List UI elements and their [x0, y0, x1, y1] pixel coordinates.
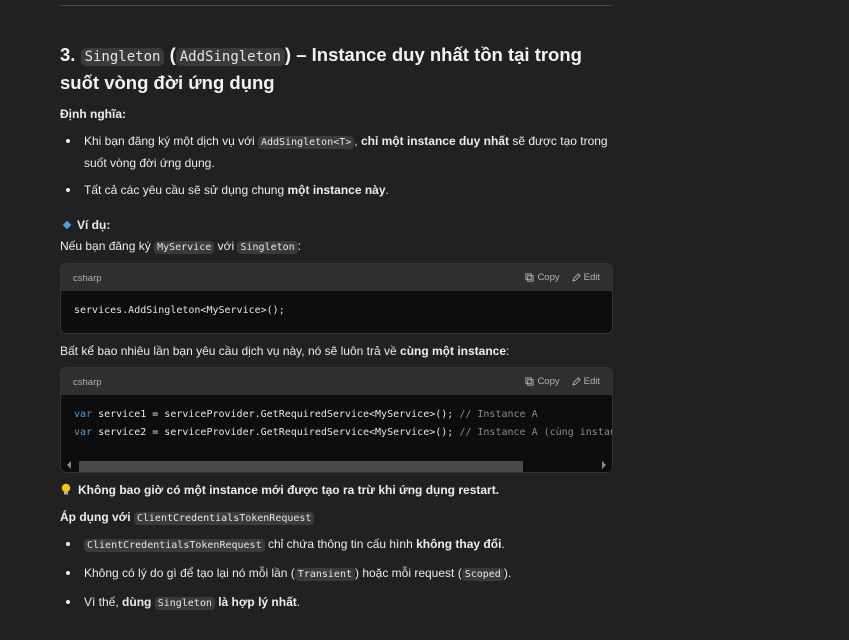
text: ).	[503, 566, 512, 580]
inline-code: AddSingleton<T>	[257, 136, 355, 149]
list-item: Tất cả các yêu cầu sẽ sử dụng chung một …	[60, 180, 612, 200]
list-item: Khi bạn đăng ký một dịch vụ với AddSingl…	[60, 131, 612, 173]
scrollbar-thumb[interactable]	[79, 461, 523, 472]
bold-text: không thay đổi	[416, 537, 502, 551]
code-line: service2 = serviceProvider.GetRequiredSe…	[92, 427, 460, 438]
text: Áp dụng với	[60, 510, 134, 524]
text: Bất kể bao nhiêu lần bạn yêu cầu dịch vụ…	[60, 344, 401, 358]
code-language: csharp	[73, 377, 102, 388]
list-item: Vì thế, dùng Singleton là hợp lý nhất.	[60, 592, 612, 614]
copy-label: Copy	[537, 272, 560, 283]
scroll-right-icon[interactable]	[602, 461, 606, 469]
code-actions: Copy Edit	[525, 272, 600, 283]
paragraph: Bất kể bao nhiêu lần bạn yêu cầu dịch vụ…	[60, 342, 509, 360]
copy-button[interactable]: Copy	[525, 376, 560, 387]
edit-label: Edit	[583, 272, 600, 283]
code-actions: Copy Edit	[525, 376, 600, 387]
list-item: Không có lý do gì để tạo lại nó mỗi lần …	[60, 563, 612, 585]
text: với	[214, 239, 238, 253]
copy-icon	[525, 273, 534, 282]
code-content: services.AddSingleton<MyService>();	[61, 291, 612, 320]
text: Không có lý do gì để tạo lại nó mỗi lần …	[84, 566, 295, 580]
text: .	[385, 183, 389, 197]
horizontal-scrollbar[interactable]	[61, 458, 612, 472]
example-label: Ví dụ:	[60, 216, 110, 234]
code-language: csharp	[73, 273, 102, 284]
code-header: csharp Copy Edit	[61, 264, 612, 291]
heading-paren: )	[284, 44, 292, 65]
heading-text-line2: suốt vòng đời ứng dụng	[60, 72, 275, 93]
heading-number: 3.	[60, 44, 76, 65]
code-keyword: var	[74, 409, 93, 420]
copy-label: Copy	[537, 376, 560, 387]
copy-button[interactable]: Copy	[525, 272, 560, 283]
bold-text: chỉ một instance duy nhất	[360, 134, 509, 148]
inline-code: Singleton	[237, 241, 298, 254]
example-intro: Nếu bạn đăng ký MyService với Singleton:	[60, 237, 301, 257]
heading-paren: (	[169, 44, 176, 65]
text: Vì thế,	[84, 595, 123, 609]
text: :	[297, 239, 301, 253]
text: chỉ chứa thông tin cấu hình	[264, 537, 417, 551]
section-heading: 3. Singleton (AddSingleton) – Instance d…	[60, 42, 620, 95]
text: .	[501, 537, 505, 551]
inline-code: Singleton	[154, 597, 215, 610]
edit-icon	[571, 273, 581, 282]
note: Không bao giờ có một instance mới được t…	[60, 481, 499, 499]
text: Không bao giờ có một instance mới được t…	[78, 483, 500, 497]
edit-icon	[571, 377, 581, 386]
copy-icon	[525, 377, 534, 386]
lightbulb-icon	[61, 483, 71, 495]
text: suốt vòng đời ứng dụng.	[84, 156, 215, 170]
inline-code: Scoped	[461, 568, 504, 581]
divider	[60, 5, 612, 6]
code-content: var service1 = serviceProvider.GetRequir…	[61, 395, 612, 442]
diamond-icon	[62, 220, 72, 230]
bold-text: dùng	[122, 595, 155, 609]
code-block: csharp Copy Edit var service1 = serviceP…	[60, 367, 613, 473]
definition-list: Khi bạn đăng ký một dịch vụ với AddSingl…	[60, 131, 612, 200]
text: ) hoặc mỗi request (	[354, 566, 462, 580]
inline-code: ClientCredentialsTokenRequest	[133, 512, 315, 525]
heading-text: – Instance duy nhất tồn tại trong	[296, 44, 582, 65]
edit-button[interactable]: Edit	[571, 272, 600, 283]
text: .	[296, 595, 301, 609]
code-line: service1 = serviceProvider.GetRequiredSe…	[92, 409, 460, 420]
inline-code: ClientCredentialsTokenRequest	[84, 539, 265, 552]
apply-label: Áp dụng với ClientCredentialsTokenReques…	[60, 508, 315, 528]
text: Khi bạn đăng ký một dịch vụ với	[84, 134, 258, 148]
inline-code: MyService	[154, 241, 215, 254]
scroll-left-icon[interactable]	[67, 461, 71, 469]
text: Ví dụ:	[77, 218, 111, 232]
text: ,	[354, 134, 361, 148]
code-block: csharp Copy Edit services.AddSingleton<M…	[60, 263, 613, 334]
text: Tất cả các yêu cầu sẽ sử dụng chung	[84, 183, 288, 197]
definition-label: Định nghĩa:	[60, 107, 126, 121]
code-keyword: var	[74, 427, 93, 438]
bold-text: là hợp lý nhất	[214, 595, 297, 609]
inline-code: Singleton	[80, 48, 165, 66]
edit-button[interactable]: Edit	[571, 376, 600, 387]
bold-text: cùng một instance	[400, 344, 507, 358]
bold-text: một instance này	[287, 183, 386, 197]
text: Nếu bạn đăng ký	[60, 239, 155, 253]
code-comment: // Instance A (cùng instance với service…	[459, 427, 612, 438]
code-line: services.AddSingleton<MyService>();	[74, 305, 285, 316]
inline-code: AddSingleton	[175, 48, 285, 66]
text: :	[506, 344, 510, 358]
code-header: csharp Copy Edit	[61, 368, 612, 395]
inline-code: Transient	[294, 568, 355, 581]
list-item: ClientCredentialsTokenRequest chỉ chứa t…	[60, 534, 612, 556]
text: sẽ được tạo trong	[508, 134, 608, 148]
code-comment: // Instance A	[459, 409, 538, 420]
apply-list: ClientCredentialsTokenRequest chỉ chứa t…	[60, 534, 612, 614]
edit-label: Edit	[583, 376, 600, 387]
